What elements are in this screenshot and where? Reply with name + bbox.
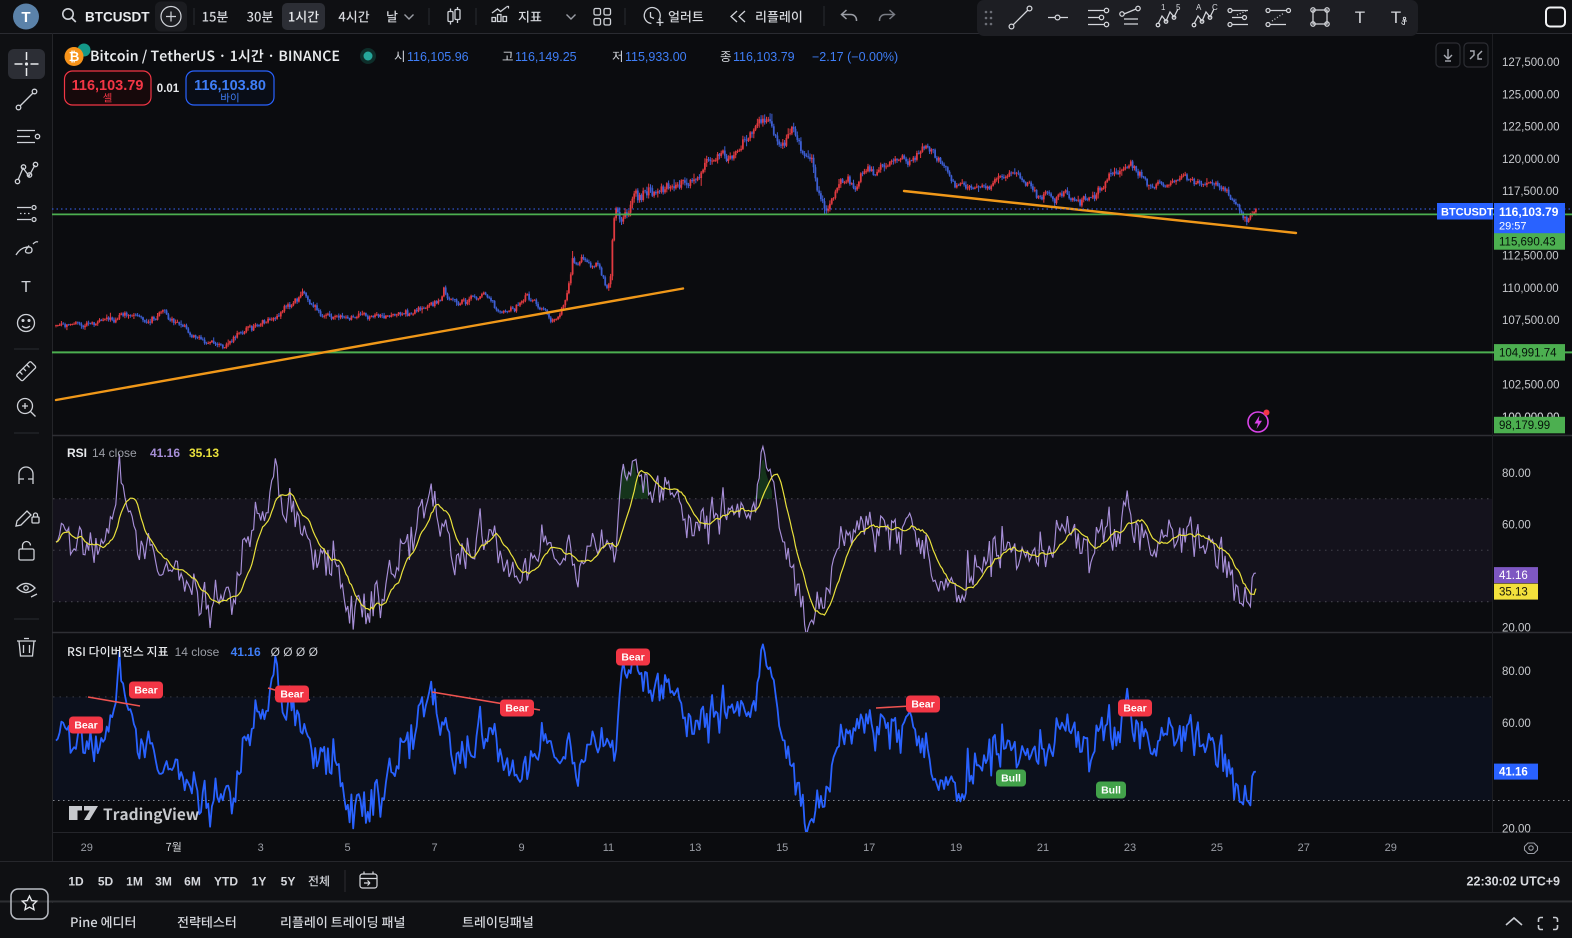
svg-text:BTCUSDT: BTCUSDT [85, 10, 150, 25]
svg-text:6M: 6M [184, 875, 201, 889]
svg-text:116,103.79: 116,103.79 [72, 78, 144, 94]
svg-text:117,500.00: 117,500.00 [1502, 186, 1559, 198]
svg-text:125,000.00: 125,000.00 [1502, 89, 1560, 101]
svg-text:25: 25 [1211, 842, 1223, 854]
svg-text:Bear: Bear [621, 652, 644, 664]
svg-text:29: 29 [81, 842, 93, 854]
svg-text:−2.17 (−0.00%): −2.17 (−0.00%) [812, 50, 898, 64]
svg-text:3M: 3M [155, 875, 172, 889]
svg-text:80.00: 80.00 [1502, 666, 1531, 678]
svg-text:115,690.43: 115,690.43 [1499, 237, 1556, 249]
svg-text:BTCUSDT: BTCUSDT [1441, 207, 1494, 219]
svg-text:115,933.00: 115,933.00 [625, 50, 687, 64]
svg-text:41.16: 41.16 [150, 446, 180, 460]
svg-text:112,500.00: 112,500.00 [1502, 251, 1559, 263]
svg-text:5: 5 [345, 842, 351, 854]
svg-text:116,149.25: 116,149.25 [515, 50, 577, 64]
svg-text:41.16: 41.16 [1499, 570, 1528, 582]
svg-text:116,105.96: 116,105.96 [407, 50, 469, 64]
svg-text:116,103.80: 116,103.80 [194, 78, 266, 94]
svg-text:27: 27 [1298, 842, 1310, 854]
svg-text:T: T [21, 9, 30, 26]
svg-text:17: 17 [863, 842, 875, 854]
svg-text:13: 13 [689, 842, 701, 854]
svg-text:1M: 1M [126, 875, 143, 889]
svg-text:A: A [1196, 3, 1202, 12]
svg-text:14 close: 14 close [175, 645, 220, 659]
svg-text:14 close: 14 close [92, 446, 137, 460]
svg-text:7: 7 [431, 842, 437, 854]
svg-text:122,500.00: 122,500.00 [1502, 122, 1560, 134]
svg-text:T: T [21, 279, 31, 296]
svg-text:Bear: Bear [280, 689, 303, 701]
svg-text:T: T [1391, 8, 1401, 27]
svg-text:23: 23 [1124, 842, 1136, 854]
svg-text:35.13: 35.13 [1499, 587, 1528, 599]
svg-text:29:57: 29:57 [1499, 221, 1527, 233]
svg-text:116,103.79: 116,103.79 [733, 50, 795, 64]
svg-text:₿: ₿ [69, 49, 80, 64]
svg-text:5Y: 5Y [281, 875, 296, 889]
svg-text:35.13: 35.13 [189, 446, 219, 460]
svg-text:Bear: Bear [911, 699, 934, 711]
svg-text:Bull: Bull [1001, 773, 1021, 785]
svg-text:110,000.00: 110,000.00 [1502, 283, 1559, 295]
svg-text:T: T [1355, 8, 1365, 27]
svg-text:104,991.74: 104,991.74 [1499, 347, 1557, 359]
svg-text:YTD: YTD [214, 875, 238, 889]
svg-text:1Y: 1Y [252, 875, 267, 889]
svg-text:22:30:02 UTC+9: 22:30:02 UTC+9 [1467, 875, 1560, 889]
svg-text:5D: 5D [98, 875, 114, 889]
svg-text:Ø Ø Ø Ø: Ø Ø Ø Ø [271, 645, 318, 659]
svg-text:RSI: RSI [67, 446, 87, 460]
svg-text:60.00: 60.00 [1502, 718, 1531, 730]
svg-text:120,000.00: 120,000.00 [1502, 154, 1560, 166]
svg-text:80.00: 80.00 [1502, 468, 1531, 480]
svg-text:107,500.00: 107,500.00 [1502, 315, 1560, 327]
svg-text:C: C [1212, 3, 1218, 12]
svg-text:Bear: Bear [74, 720, 97, 732]
svg-text:0.01: 0.01 [157, 83, 180, 95]
svg-text:41.16: 41.16 [231, 645, 261, 659]
svg-text:98,179.99: 98,179.99 [1499, 420, 1550, 432]
svg-text:41.16: 41.16 [1499, 767, 1528, 779]
svg-text:11: 11 [603, 842, 614, 854]
svg-text:5: 5 [1176, 3, 1181, 12]
svg-text:Bull: Bull [1101, 785, 1121, 797]
svg-text:1: 1 [1161, 3, 1166, 12]
svg-text:Bear: Bear [505, 703, 528, 715]
svg-text:29: 29 [1385, 842, 1397, 854]
svg-text:127,500.00: 127,500.00 [1502, 57, 1560, 69]
svg-text:3: 3 [258, 842, 264, 854]
svg-text:102,500.00: 102,500.00 [1502, 380, 1560, 392]
svg-text:1D: 1D [68, 875, 84, 889]
svg-text:20.00: 20.00 [1502, 824, 1531, 836]
svg-text:Bear: Bear [1123, 703, 1146, 715]
svg-text:15: 15 [776, 842, 788, 854]
svg-text:20.00: 20.00 [1502, 623, 1531, 635]
svg-text:Bear: Bear [134, 685, 157, 697]
svg-text:9: 9 [518, 842, 524, 854]
svg-text:116,103.79: 116,103.79 [1499, 205, 1559, 219]
svg-text:60.00: 60.00 [1502, 520, 1531, 532]
svg-text:19: 19 [950, 842, 962, 854]
svg-text:21: 21 [1037, 842, 1049, 854]
